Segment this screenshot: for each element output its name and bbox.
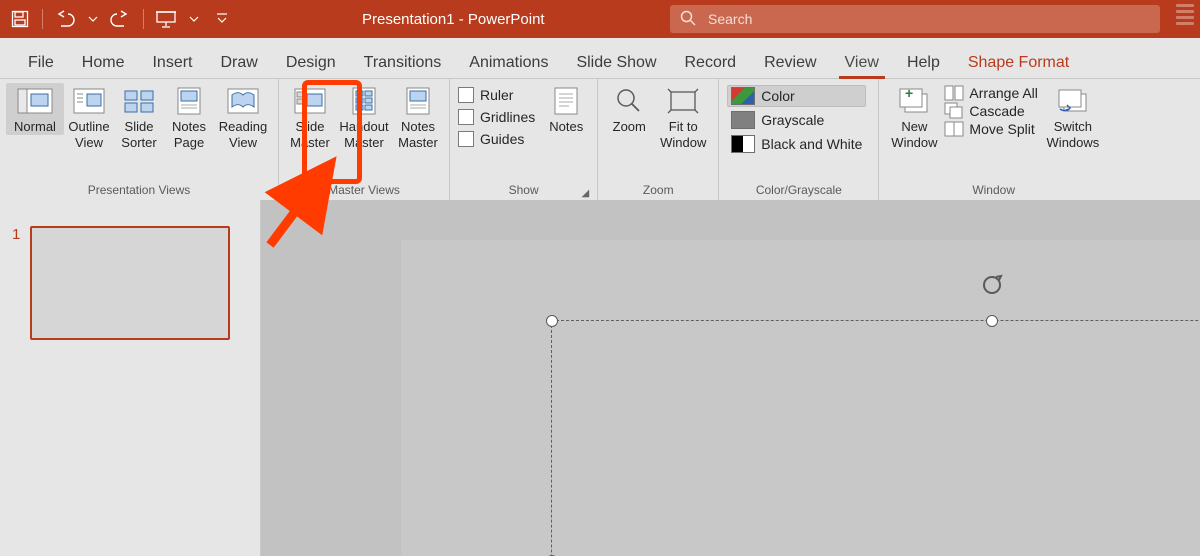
tab-design[interactable]: Design: [272, 46, 350, 78]
zoom-button[interactable]: Zoom: [604, 83, 654, 135]
tab-slide-show[interactable]: Slide Show: [562, 46, 670, 78]
slide-thumbnail-1[interactable]: 1: [0, 226, 260, 340]
undo-button[interactable]: [51, 5, 79, 33]
outline-view-icon: [71, 87, 107, 115]
undo-dropdown[interactable]: [87, 5, 99, 33]
handout-master-icon: [346, 87, 382, 115]
quick-access-toolbar: [0, 5, 242, 33]
window-drag-handle: [1176, 4, 1194, 25]
tab-home[interactable]: Home: [68, 46, 139, 78]
switch-windows-icon: [1055, 87, 1091, 115]
arrange-all-button[interactable]: Arrange All: [943, 85, 1039, 101]
black-and-white-button[interactable]: Black and White: [727, 133, 866, 155]
workspace: 1: [0, 200, 1200, 556]
group-window: + New Window Arrange All Cascade Move Sp…: [879, 79, 1107, 201]
notes-page-button[interactable]: Notes Page: [164, 83, 214, 151]
tab-help[interactable]: Help: [893, 46, 954, 78]
show-group-launcher[interactable]: ◢: [582, 188, 592, 199]
tab-transitions[interactable]: Transitions: [350, 46, 456, 78]
save-button[interactable]: [6, 5, 34, 33]
move-split-button[interactable]: Move Split: [943, 121, 1039, 137]
tab-review[interactable]: Review: [750, 46, 830, 78]
notes-master-button[interactable]: Notes Master: [393, 83, 443, 151]
tab-file[interactable]: File: [14, 46, 68, 78]
search-icon: [680, 10, 696, 29]
tab-animations[interactable]: Animations: [455, 46, 562, 78]
search-input[interactable]: [706, 10, 1150, 28]
notes-button[interactable]: Notes: [541, 83, 591, 135]
fit-to-window-button[interactable]: Fit to Window: [654, 83, 712, 151]
normal-view-icon: [17, 87, 53, 115]
ribbon: Normal Outline View Slide Sorter Notes P…: [0, 79, 1200, 202]
group-color-grayscale: Color Grayscale Black and White Color/Gr…: [719, 79, 879, 201]
switch-windows-button[interactable]: Switch Windows: [1044, 83, 1102, 151]
qat-customize[interactable]: [208, 5, 236, 33]
window-title: Presentation1 - PowerPoint: [362, 11, 545, 28]
slide-master-button[interactable]: Slide Master: [285, 83, 335, 151]
outline-view-button[interactable]: Outline View: [64, 83, 114, 151]
slide-thumbnails-pane[interactable]: 1: [0, 200, 261, 556]
slide[interactable]: [401, 240, 1200, 556]
title-bar: Presentation1 - PowerPoint: [0, 0, 1200, 38]
group-zoom: Zoom Fit to Window Zoom: [598, 79, 719, 201]
group-show: Ruler Gridlines Guides Notes Show ◢: [450, 79, 598, 201]
tab-record[interactable]: Record: [671, 46, 751, 78]
new-window-icon: +: [896, 87, 932, 115]
selected-shape[interactable]: [551, 320, 1200, 556]
redo-button[interactable]: [107, 5, 135, 33]
notes-master-icon: [400, 87, 436, 115]
slideshow-from-beginning-button[interactable]: [152, 5, 180, 33]
cascade-button[interactable]: Cascade: [943, 103, 1039, 119]
tutorial-arrow-icon: [260, 175, 330, 255]
slide-thumbnail-preview: [30, 226, 230, 340]
svg-text:+: +: [905, 85, 913, 101]
rotate-handle-icon[interactable]: [981, 274, 1003, 299]
grayscale-button[interactable]: Grayscale: [727, 109, 866, 131]
tab-view[interactable]: View: [831, 46, 893, 78]
new-window-button[interactable]: + New Window: [885, 83, 943, 151]
color-button[interactable]: Color: [727, 85, 866, 107]
zoom-icon: [611, 87, 647, 115]
notes-icon: [548, 87, 584, 115]
slide-master-icon: [292, 87, 328, 115]
group-presentation-views: Normal Outline View Slide Sorter Notes P…: [0, 79, 279, 201]
search-box[interactable]: [670, 5, 1160, 33]
reading-view-icon: [225, 87, 261, 115]
tab-insert[interactable]: Insert: [138, 46, 206, 78]
reading-view-button[interactable]: Reading View: [214, 83, 272, 151]
notes-page-icon: [171, 87, 207, 115]
ribbon-tabs: File Home Insert Draw Design Transitions…: [0, 38, 1200, 79]
guides-checkbox[interactable]: Guides: [458, 131, 535, 147]
gridlines-checkbox[interactable]: Gridlines: [458, 109, 535, 125]
fit-to-window-icon: [665, 87, 701, 115]
ruler-checkbox[interactable]: Ruler: [458, 87, 535, 103]
tab-draw[interactable]: Draw: [206, 46, 271, 78]
slideshow-dropdown[interactable]: [188, 5, 200, 33]
slide-sorter-icon: [121, 87, 157, 115]
slide-canvas[interactable]: [261, 200, 1200, 556]
normal-view-button[interactable]: Normal: [6, 83, 64, 135]
slide-sorter-button[interactable]: Slide Sorter: [114, 83, 164, 151]
handout-master-button[interactable]: Handout Master: [335, 83, 393, 151]
tab-shape-format[interactable]: Shape Format: [954, 46, 1083, 78]
